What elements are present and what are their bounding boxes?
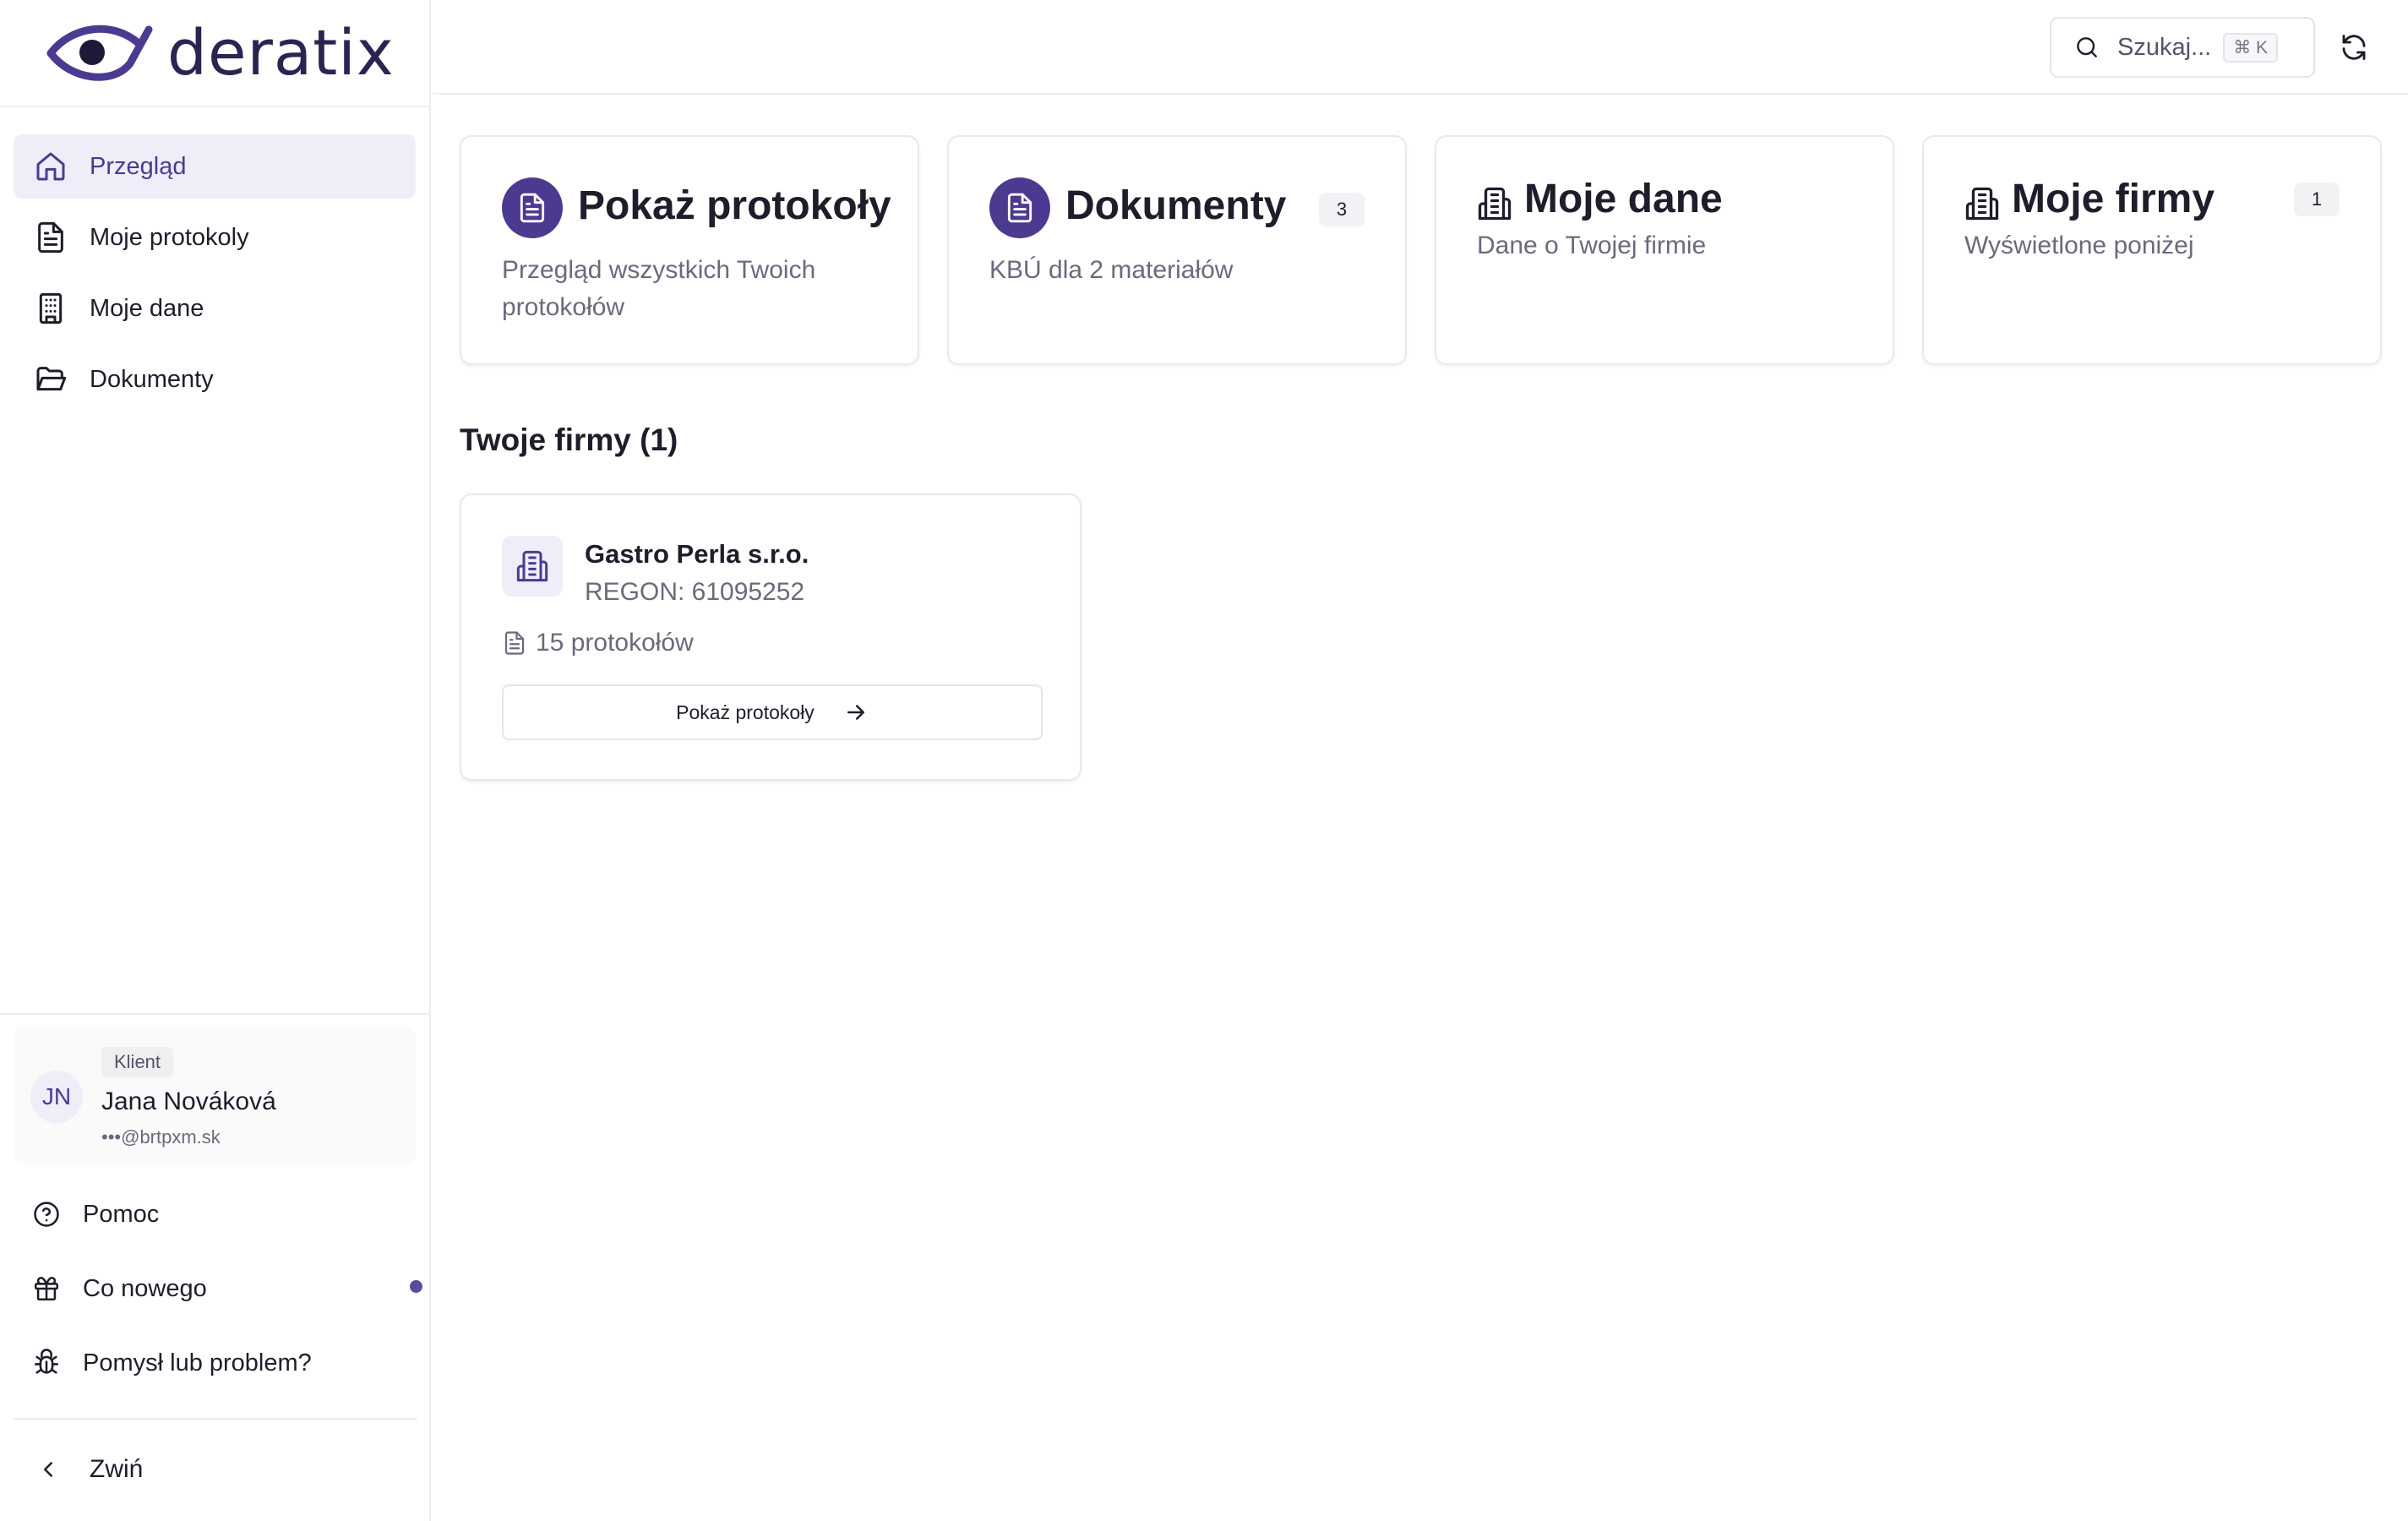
file-text-icon xyxy=(502,177,563,238)
search-button[interactable]: Szukaj... ⌘ K xyxy=(2050,17,2315,78)
whats-new-link[interactable]: Co nowego xyxy=(14,1251,422,1326)
home-icon xyxy=(34,150,68,183)
arrow-right-icon xyxy=(843,700,869,725)
card-my-data[interactable]: Moje dane Dane o Twojej firmie xyxy=(1435,135,1894,365)
help-link[interactable]: Pomoc xyxy=(14,1177,416,1251)
sidebar-item-label: Moje protokoly xyxy=(90,223,249,251)
building-icon xyxy=(1964,186,2000,221)
sidebar-footer: JN Klient Jana Nováková •••@brtpxm.sk Po… xyxy=(0,1013,429,1400)
sidebar-nav: Przegląd Moje protokoly Moje dane Dokume… xyxy=(0,107,429,412)
sidebar-item-moje-protokoly[interactable]: Moje protokoly xyxy=(14,205,416,270)
sidebar-item-label: Moje dane xyxy=(90,294,204,322)
file-text-icon xyxy=(34,221,68,254)
bug-icon xyxy=(32,1349,61,1377)
collapse-label: Zwiń xyxy=(90,1455,144,1483)
topbar: Szukaj... ⌘ K xyxy=(433,0,2408,95)
card-protocols[interactable]: Pokaż protokoły Przegląd wszystkich Twoi… xyxy=(460,135,919,365)
refresh-icon[interactable] xyxy=(2339,32,2369,63)
user-name: Jana Nováková xyxy=(101,1088,276,1115)
card-description: Przegląd wszystkich Twoich protokołów xyxy=(502,256,816,321)
sidebar-item-dokumenty[interactable]: Dokumenty xyxy=(14,347,416,412)
show-protocols-button[interactable]: Pokaż protokoły xyxy=(502,684,1043,740)
protocol-count-label: 15 protokołów xyxy=(536,629,694,657)
card-title: Moje dane xyxy=(1524,177,1723,221)
card-description: KBÚ dla 2 materiałów xyxy=(989,256,1234,284)
gift-icon xyxy=(32,1274,61,1303)
sidebar-item-przeglad[interactable]: Przegląd xyxy=(14,134,416,199)
sidebar-item-label: Przegląd xyxy=(90,152,187,180)
card-documents[interactable]: Dokumenty 3 KBÚ dla 2 materiałów xyxy=(947,135,1407,365)
chevron-left-icon xyxy=(35,1457,61,1482)
sidebar-item-label: Dokumenty xyxy=(90,365,214,393)
building-icon xyxy=(1477,186,1512,221)
building-icon xyxy=(34,292,68,325)
file-text-icon xyxy=(502,630,527,656)
user-profile-card[interactable]: JN Klient Jana Nováková •••@brtpxm.sk xyxy=(14,1028,416,1164)
section-title: Twoje firmy (1) xyxy=(460,422,678,457)
feedback-link[interactable]: Pomysł lub problem? xyxy=(14,1326,416,1400)
brand-logo[interactable]: deratix xyxy=(0,0,429,107)
collapse-sidebar-button[interactable]: Zwiń xyxy=(14,1418,417,1519)
card-description: Wyświetlone poniżej xyxy=(1964,232,2194,259)
building-icon xyxy=(502,536,563,597)
feedback-label: Pomysł lub problem? xyxy=(83,1349,312,1377)
card-description: Dane o Twojej firmie xyxy=(1477,232,1707,259)
keyboard-shortcut: ⌘ K xyxy=(2223,32,2279,63)
card-my-companies[interactable]: Moje firmy 1 Wyświetlone poniżej xyxy=(1922,135,2382,365)
card-title: Dokumenty xyxy=(1065,183,1287,228)
company-name: Gastro Perla s.r.o. xyxy=(585,539,809,569)
card-title: Moje firmy xyxy=(2012,177,2215,221)
utility-links: Pomoc Co nowego Pomysł lub problem? xyxy=(0,1177,429,1400)
eye-logo-icon xyxy=(46,25,153,81)
protocol-count: 15 protokołów xyxy=(502,629,694,657)
file-text-icon xyxy=(989,177,1050,238)
card-title: Pokaż protokoły xyxy=(578,183,891,228)
search-placeholder: Szukaj... xyxy=(2117,33,2212,61)
notification-dot xyxy=(410,1280,422,1293)
company-card: Gastro Perla s.r.o. REGON: 61095252 15 p… xyxy=(460,493,1081,781)
sidebar-item-moje-dane[interactable]: Moje dane xyxy=(14,276,416,341)
whats-new-label: Co nowego xyxy=(83,1274,207,1302)
company-regon: REGON: 61095252 xyxy=(585,578,805,606)
count-badge: 3 xyxy=(1319,193,1365,226)
sidebar: deratix Przegląd Moje protokoly Moje dan… xyxy=(0,0,431,1521)
help-circle-icon xyxy=(32,1200,61,1229)
folder-open-icon xyxy=(34,363,68,396)
count-badge: 1 xyxy=(2294,183,2340,216)
help-label: Pomoc xyxy=(83,1200,160,1228)
button-label: Pokaż protokoły xyxy=(676,701,814,723)
search-icon xyxy=(2073,34,2100,61)
brand-name: deratix xyxy=(167,16,395,90)
avatar: JN xyxy=(30,1071,83,1123)
role-badge: Klient xyxy=(101,1047,174,1077)
user-email: •••@brtpxm.sk xyxy=(101,1126,221,1148)
